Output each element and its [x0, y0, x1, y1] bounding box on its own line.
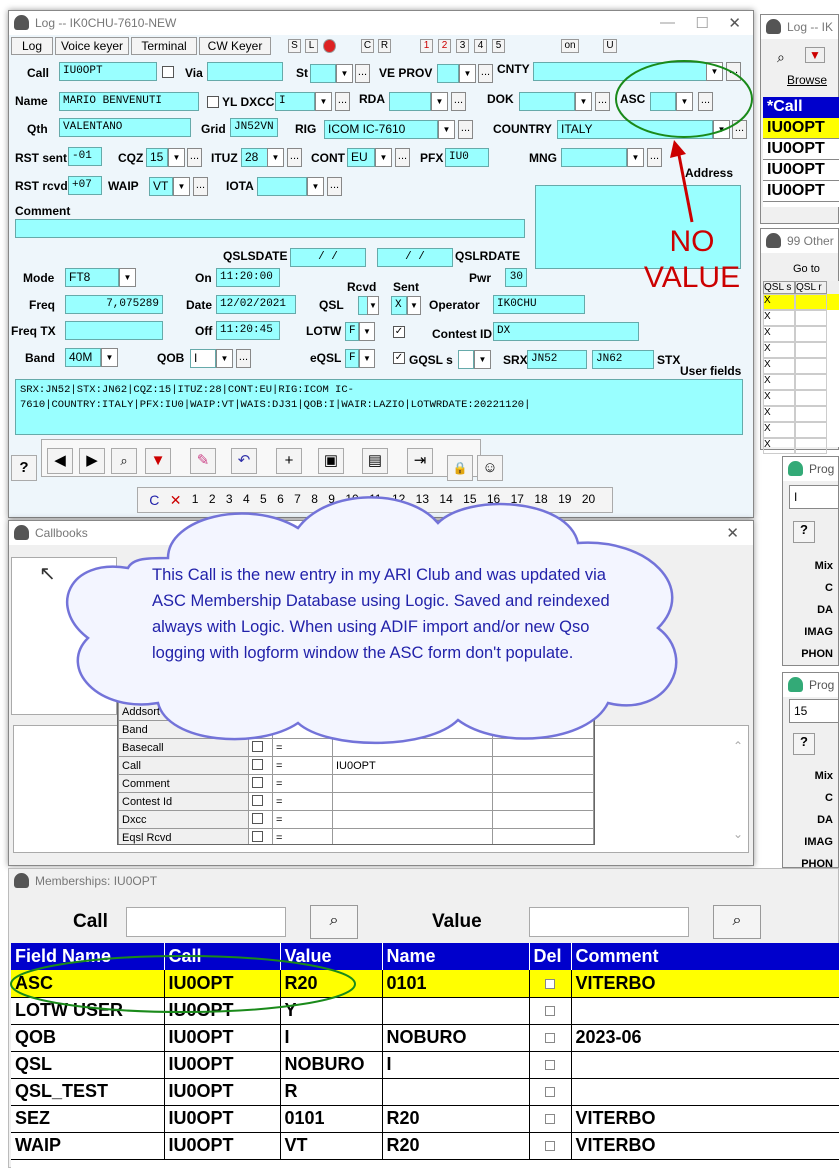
annotation-overlay [10, 60, 753, 1013]
asc-row-highlight-circle [10, 955, 356, 1013]
no-value-annotation: NO VALUE [643, 225, 741, 294]
asc-field-highlight-circle [615, 60, 753, 138]
annotation-arrow [676, 149, 694, 223]
